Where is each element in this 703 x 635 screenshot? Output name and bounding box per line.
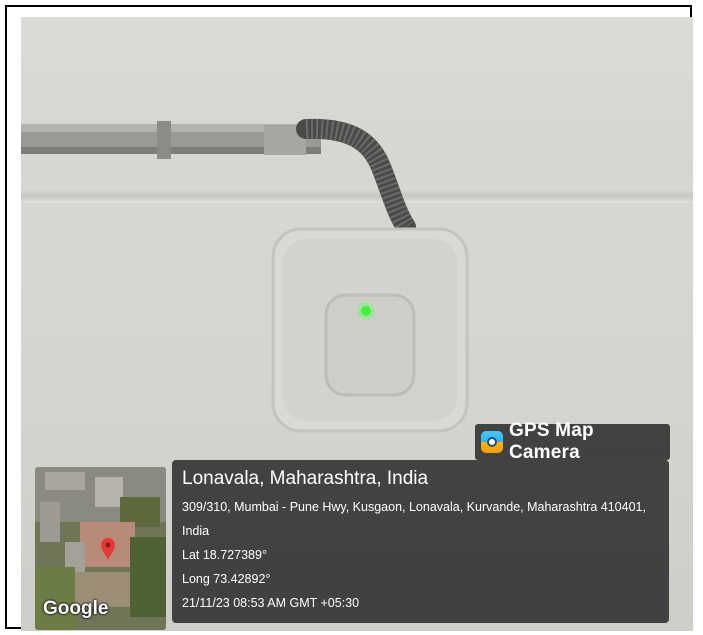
map-thumbnail[interactable]: Google — [35, 467, 166, 630]
address: 309/310, Mumbai - Pune Hwy, Kusgaon, Lon… — [182, 500, 646, 538]
gps-map-camera-badge: GPS Map Camera — [475, 420, 670, 463]
longitude: Long 73.42892° — [182, 572, 271, 586]
location-info-panel: Lonavala, Maharashtra, India 309/310, Mu… — [172, 460, 669, 623]
badge-label: GPS Map Camera — [508, 420, 594, 463]
gps-map-camera-icon — [481, 431, 503, 453]
place-name: Lonavala, Maharashtra, India — [182, 468, 429, 489]
latitude: Lat 18.727389° — [182, 548, 267, 562]
google-logo: Google — [43, 598, 109, 619]
status-led — [361, 306, 371, 316]
timestamp: 21/11/23 08:53 AM GMT +05:30 — [182, 596, 360, 610]
pipe-clamp — [157, 121, 171, 159]
